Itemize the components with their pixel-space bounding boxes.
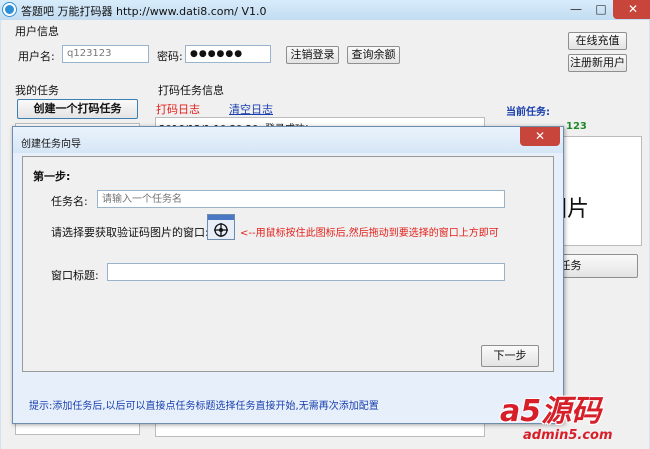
username-label: 用户名: [18, 50, 55, 63]
password-field[interactable]: ●●●●●● [185, 45, 271, 63]
task-name-input[interactable] [97, 190, 505, 208]
create-task-dialog: 创建任务向导 ✕ 第一步: 任务名: 请选择要获取验证码图片的窗口: <--用鼠… [12, 126, 564, 424]
window-title: 答题吧 万能打码器 http://www.dati8.com/ V1.0 [21, 5, 267, 18]
clear-log-link[interactable]: 清空日志 [229, 101, 273, 117]
dialog-body: 第一步: 任务名: 请选择要获取验证码图片的窗口: <--用鼠标按住此图标后,然… [22, 156, 554, 372]
watermark-logo-url: admin5.com [523, 428, 613, 443]
my-tasks-group-label: 我的任务 [15, 84, 59, 97]
register-button[interactable]: 注册新用户 [568, 54, 627, 72]
logout-button[interactable]: 注销登录 [286, 46, 339, 64]
task-name-label: 任务名: [51, 195, 88, 208]
window-picker-label: 请选择要获取验证码图片的窗口: [51, 226, 209, 239]
close-button[interactable]: ✕ [613, 0, 650, 19]
step-label: 第一步: [33, 170, 71, 183]
current-task-label: 当前任务: [506, 107, 550, 118]
username-field[interactable]: q123123 [62, 45, 149, 63]
window-title-label: 窗口标题: [51, 269, 99, 282]
window-titlebar: 答题吧 万能打码器 http://www.dati8.com/ V1.0 — □… [0, 0, 650, 20]
create-task-button[interactable]: 创建一个打码任务 [17, 99, 138, 119]
picker-hint-text: <--用鼠标按住此图标后,然后拖动到要选择的窗口上方即可 [240, 228, 499, 239]
minimize-button[interactable]: — [564, 0, 588, 19]
watermark-logo-text: a5源码 [500, 394, 602, 429]
window-title-field[interactable] [107, 263, 505, 281]
check-balance-button[interactable]: 查询余额 [347, 46, 400, 64]
recharge-button[interactable]: 在线充值 [568, 32, 627, 50]
password-label: 密码: [157, 50, 183, 63]
next-step-button[interactable]: 下一步 [481, 345, 539, 367]
crosshair-icon [214, 223, 228, 237]
dialog-tip-text: 提示:添加任务后,以后可以直接点任务标题选择任务直接开始,无需再次添加配置 [29, 401, 379, 412]
user-info-group-label: 用户信息 [15, 25, 59, 38]
dialog-close-button[interactable]: ✕ [520, 127, 560, 146]
log-tab-link[interactable]: 打码日志 [156, 101, 200, 117]
dialog-titlebar: 创建任务向导 [13, 127, 563, 153]
window-picker-icon[interactable] [207, 214, 235, 240]
current-task-value: 123 [566, 121, 587, 132]
task-info-group-label: 打码任务信息 [158, 84, 224, 97]
app-icon [3, 3, 16, 16]
a5-watermark-logo: a5源码 admin5.com [500, 386, 650, 449]
maximize-button[interactable]: □ [589, 0, 613, 19]
dialog-title: 创建任务向导 [21, 139, 81, 150]
